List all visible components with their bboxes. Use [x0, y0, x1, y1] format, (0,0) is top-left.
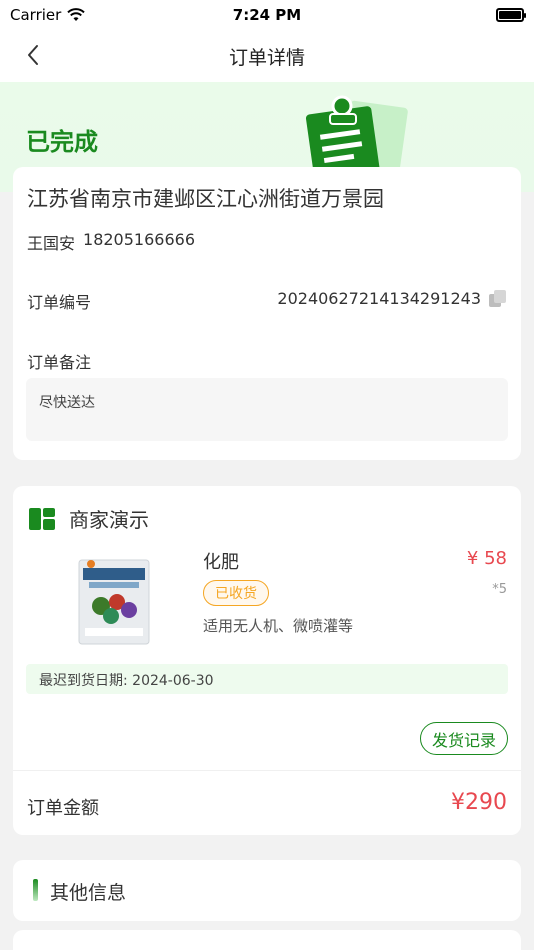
next-card	[13, 930, 521, 950]
section-accent-bar	[33, 879, 38, 901]
contact-phone: 18205166666	[83, 230, 195, 249]
shop-name: 商家演示	[69, 508, 149, 532]
contact-name: 王国安	[27, 234, 76, 253]
order-no-label: 订单编号	[27, 293, 92, 312]
contact-info: 王国安 18205166666	[27, 230, 195, 254]
product-quantity: *5	[492, 582, 507, 597]
wifi-icon	[67, 8, 86, 21]
divider	[13, 770, 521, 771]
order-no-value: 20240627214134291243	[277, 289, 481, 308]
remark-box: 尽快送达	[26, 378, 508, 441]
delivery-address: 江苏省南京市建邺区江心洲街道万景园	[27, 187, 384, 211]
shipping-record-button[interactable]: 发货记录	[419, 722, 508, 755]
goods-card: 商家演示 化肥 ¥ 58 *5 已收货 适用无人机、微喷灌等 最迟到货日期: 2…	[13, 486, 521, 835]
product-description: 适用无人机、微喷灌等	[203, 617, 354, 635]
order-info-card: 江苏省南京市建邺区江心洲街道万景园 王国安 18205166666 订单编号 2…	[13, 167, 521, 460]
back-button[interactable]	[18, 40, 48, 70]
order-status: 已完成	[26, 128, 98, 156]
other-info-card[interactable]: 其他信息	[13, 860, 521, 921]
carrier-label: Carrier	[10, 6, 62, 24]
page-title: 订单详情	[228, 46, 305, 69]
shop-icon	[29, 507, 55, 530]
delivery-deadline: 最迟到货日期: 2024-06-30	[26, 664, 508, 694]
chevron-left-icon	[28, 45, 38, 65]
status-bar: Carrier 7:24 PM	[0, 0, 534, 30]
battery-icon	[496, 8, 526, 22]
status-badge: 已收货	[203, 580, 269, 606]
order-total-value: ¥290	[451, 790, 507, 815]
product-price: ¥ 58	[466, 548, 507, 569]
order-no-row: 20240627214134291243	[277, 289, 507, 308]
copy-icon[interactable]	[489, 289, 507, 308]
remark-label: 订单备注	[27, 353, 92, 372]
other-info-title: 其他信息	[50, 882, 127, 904]
product-name: 化肥	[203, 552, 239, 573]
status-left: Carrier	[10, 6, 86, 24]
fertilizer-bag-icon	[78, 559, 150, 645]
nav-bar: 订单详情	[0, 30, 534, 82]
shop-header: 商家演示	[29, 504, 149, 533]
order-total-label: 订单金额	[27, 798, 99, 819]
product-image[interactable]	[71, 556, 157, 648]
